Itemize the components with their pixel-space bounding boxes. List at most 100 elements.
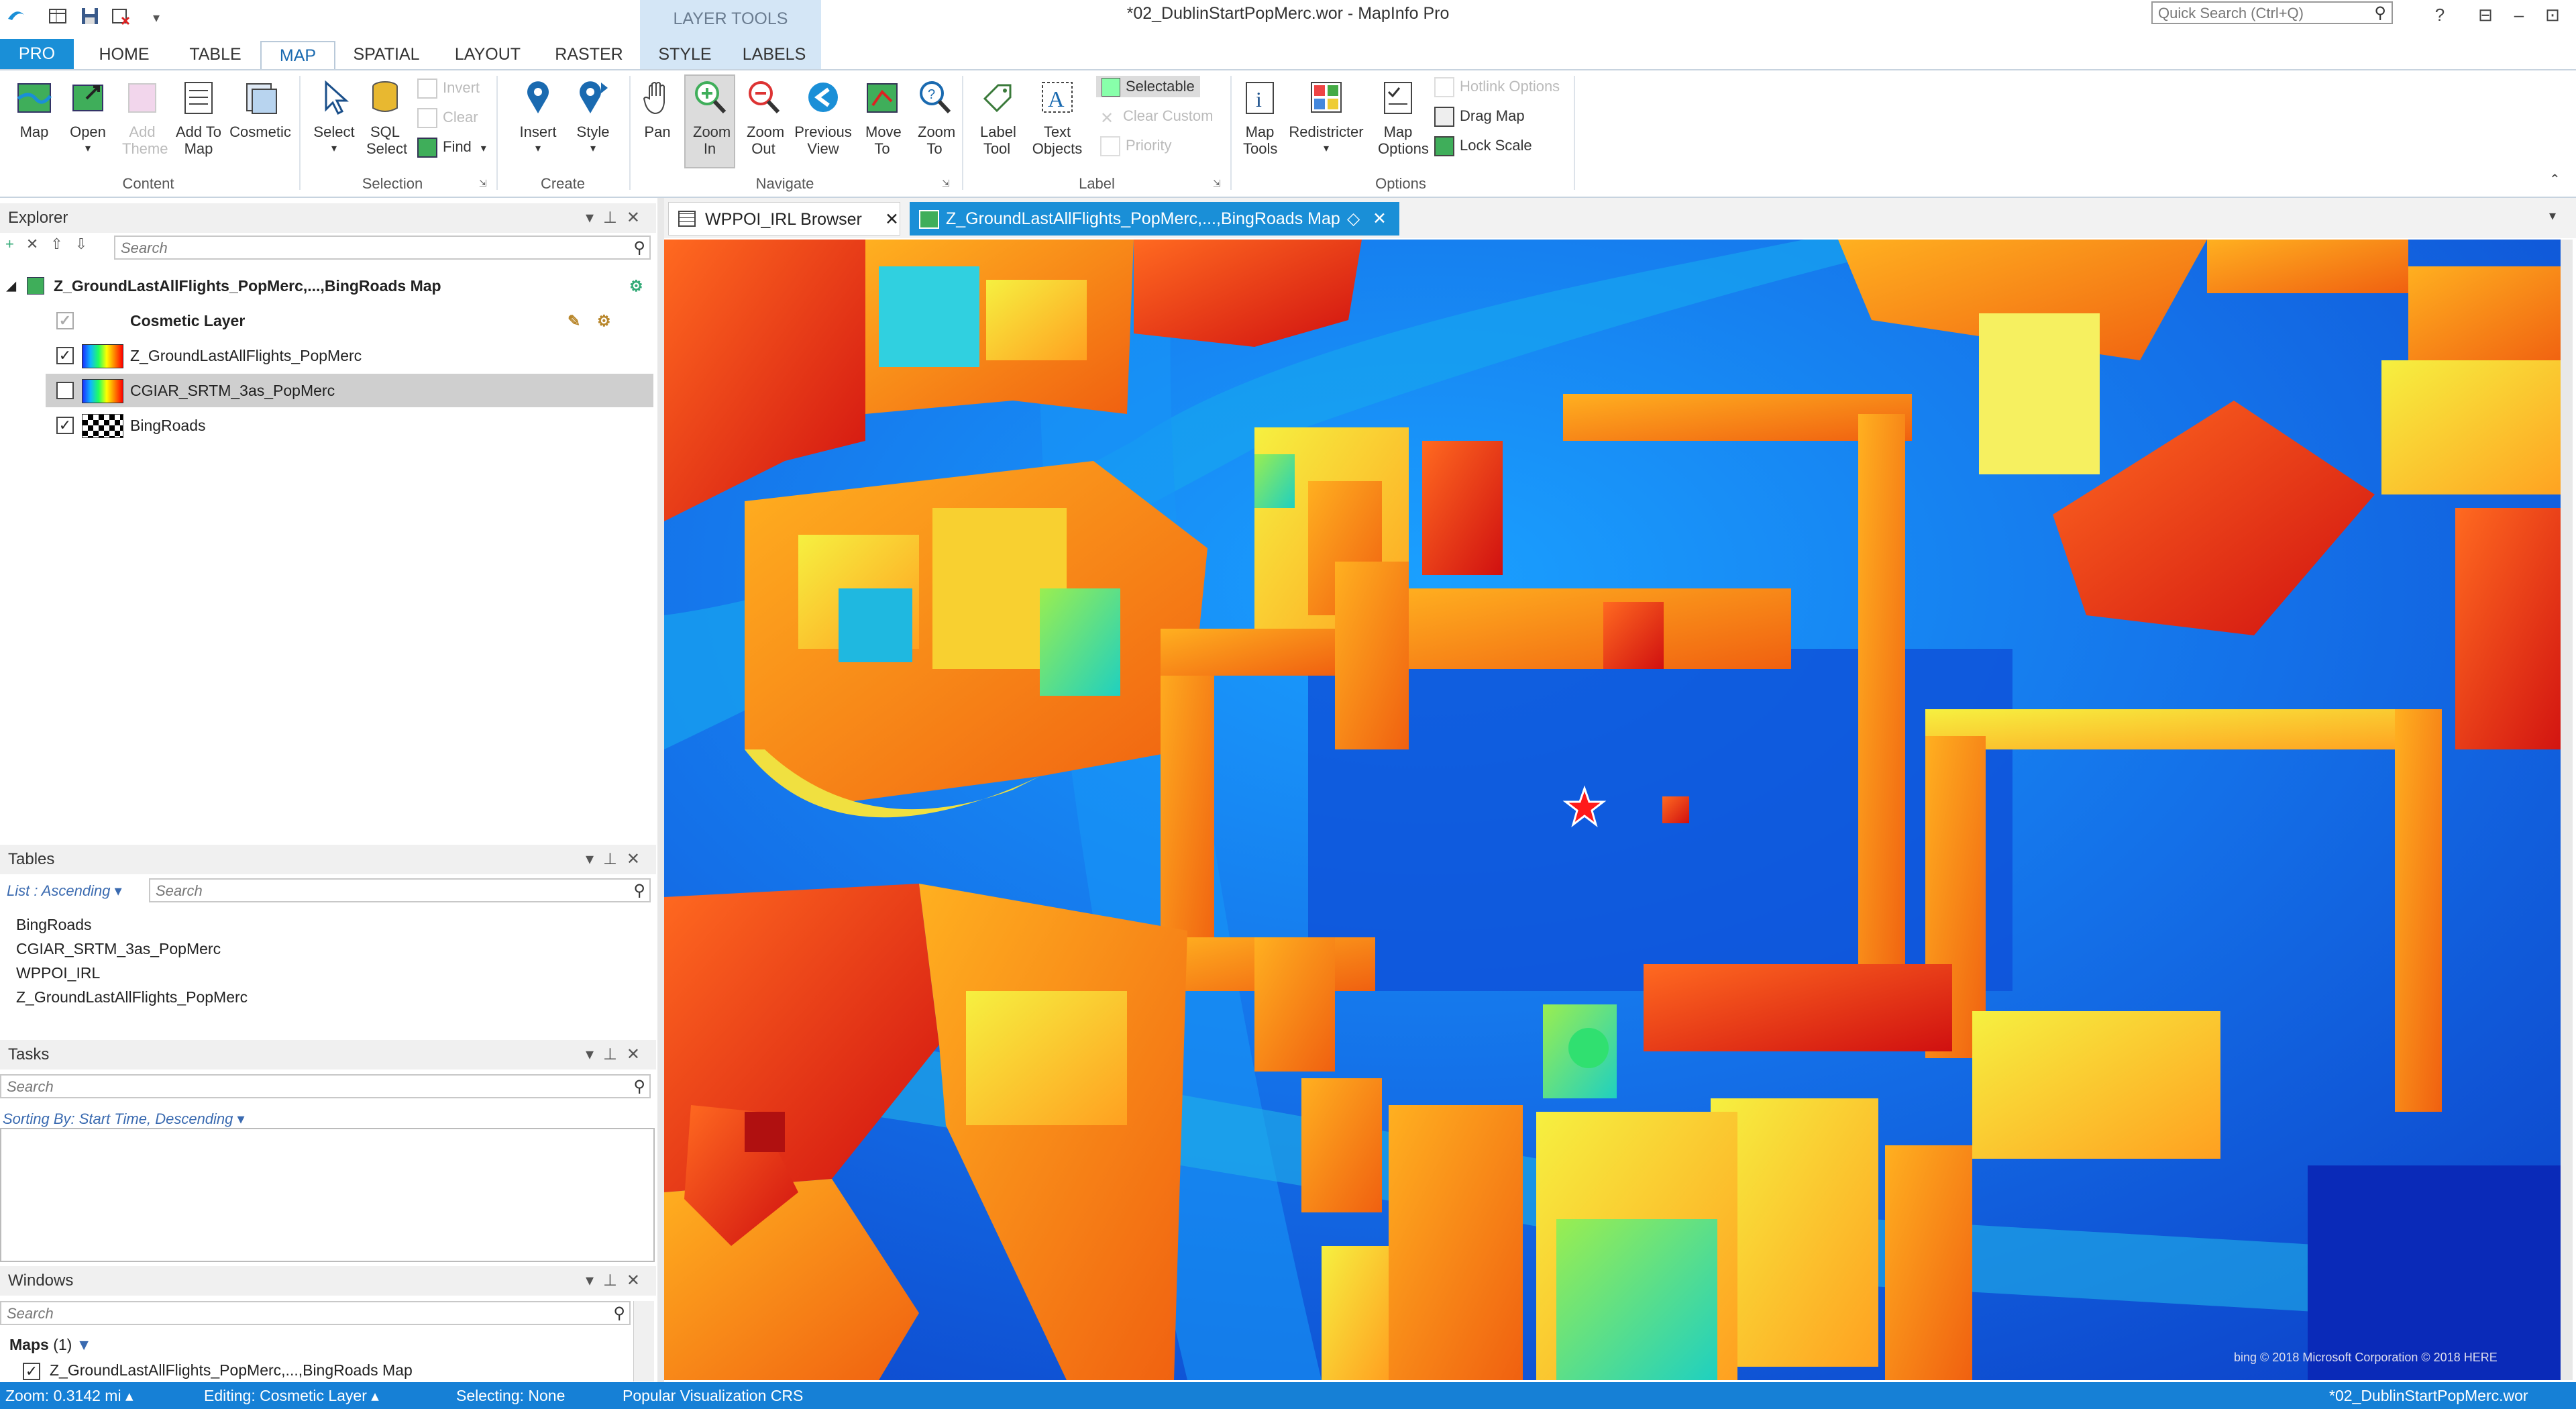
map-scrollbar[interactable] — [2561, 240, 2573, 1380]
close-tab-icon[interactable]: ✕ — [1373, 202, 1387, 236]
tables-sort-dropdown[interactable]: List : Ascending ▾ — [7, 882, 122, 900]
selection-launcher-icon[interactable]: ⇲ — [479, 178, 487, 189]
tab-pro[interactable]: PRO — [0, 39, 74, 69]
collapse-tree-icon[interactable]: ◢ — [7, 269, 16, 303]
group-separator — [299, 76, 301, 190]
collapse-ribbon-icon[interactable]: ⌃ — [2549, 171, 2561, 188]
layer-row[interactable]: ✓ BingRoads — [0, 409, 656, 442]
explorer-panel-controls[interactable]: ▾⊥✕ — [586, 203, 649, 233]
minimize-button[interactable]: – — [2502, 1, 2536, 28]
doc-tab-browser[interactable]: WPPOI_IRL Browser ✕ — [668, 202, 900, 236]
windows-maps-group[interactable]: Maps (1) ▼ — [9, 1336, 91, 1354]
select-button[interactable]: Select ▾ — [309, 79, 360, 157]
crs-status[interactable]: Popular Visualization CRS — [623, 1382, 803, 1409]
map-tools-button[interactable]: i Map Tools — [1234, 79, 1285, 157]
tab-list-dropdown-icon[interactable]: ▾ — [2549, 207, 2556, 224]
explorer-search-input[interactable]: Search ⚲ — [114, 236, 651, 260]
tasks-sort-dropdown[interactable]: Sorting By: Start Time, Descending ▾ — [3, 1110, 245, 1128]
priority-button[interactable]: Priority — [1100, 135, 1171, 157]
zoom-in-button[interactable]: Zoom In — [684, 74, 735, 168]
tab-raster[interactable]: RASTER — [549, 41, 629, 69]
insert-button[interactable]: Insert ▾ — [510, 79, 566, 157]
table-item[interactable]: BingRoads — [16, 916, 92, 934]
table-item[interactable]: WPPOI_IRL — [16, 964, 100, 982]
drag-map-toggle[interactable]: Drag Map — [1434, 105, 1525, 127]
pan-button[interactable]: Pan — [633, 79, 682, 140]
redistricter-button[interactable]: Redistricter ▾ — [1285, 79, 1367, 157]
windows-panel-controls[interactable]: ▾⊥✕ — [586, 1266, 649, 1296]
editing-status[interactable]: Editing: Cosmetic Layer ▴ — [204, 1382, 379, 1409]
lock-scale-toggle[interactable]: Lock Scale — [1434, 135, 1532, 157]
selectable-toggle[interactable]: Selectable — [1096, 76, 1200, 97]
explorer-toolbar-icons[interactable]: +✕⇧⇩ — [5, 236, 99, 253]
maximize-button[interactable]: ⊡ — [2536, 1, 2569, 28]
tasks-panel-controls[interactable]: ▾⊥✕ — [586, 1040, 649, 1069]
map-options-button[interactable]: Map Options — [1370, 79, 1429, 157]
map-canvas[interactable] — [664, 240, 2573, 1380]
tab-style[interactable]: STYLE — [648, 41, 722, 69]
text-objects-label: Text Objects — [1032, 123, 1083, 157]
restore-ribbon-button[interactable]: ⊟ — [2469, 1, 2502, 28]
window-checkbox[interactable]: ✓ — [23, 1363, 40, 1380]
map-window[interactable]: bing © 2018 Microsoft Corporation © 2018… — [664, 240, 2573, 1380]
sql-select-button[interactable]: SQL Select — [360, 79, 411, 157]
add-to-map-button[interactable]: Add To Map — [172, 79, 225, 157]
map-button[interactable]: Map — [9, 79, 59, 140]
tab-map[interactable]: MAP — [260, 41, 335, 69]
svg-text:A: A — [1048, 87, 1065, 112]
tab-spatial[interactable]: SPATIAL — [346, 41, 427, 69]
tables-search-input[interactable]: Search ⚲ — [149, 878, 651, 902]
hotlink-options-button[interactable]: Hotlink Options — [1434, 76, 1560, 98]
layer-visibility-checkbox[interactable] — [56, 382, 74, 399]
layer-row[interactable]: ✓ Cosmetic Layer ✎ ⚙ — [0, 304, 656, 337]
windows-search-input[interactable]: Search ⚲ — [0, 1301, 631, 1325]
previous-view-button[interactable]: Previous View — [792, 79, 855, 157]
layer-control-icon[interactable]: ⚙ — [629, 269, 643, 303]
add-theme-button[interactable]: Add Theme — [115, 79, 169, 157]
tab-table[interactable]: TABLE — [178, 41, 252, 69]
zoom-out-button[interactable]: Zoom Out — [738, 79, 789, 157]
style-button[interactable]: Style ▾ — [566, 79, 620, 157]
find-button[interactable]: Find ▾ — [417, 136, 486, 158]
layer-select-icon[interactable]: ⚙ — [597, 304, 611, 337]
open-button[interactable]: Open ▾ — [63, 79, 113, 157]
layer-visibility-checkbox[interactable]: ✓ — [56, 417, 74, 434]
help-button[interactable]: ? — [2423, 1, 2457, 28]
pin-tab-icon[interactable]: ◇ — [1347, 202, 1360, 236]
table-item[interactable]: CGIAR_SRTM_3as_PopMerc — [16, 940, 221, 958]
window-list-item[interactable]: ✓ Z_GroundLastAllFlights_PopMerc,...,Bin… — [20, 1361, 624, 1381]
cosmetic-button[interactable]: Cosmetic — [228, 79, 292, 140]
quick-search-input[interactable]: Quick Search (Ctrl+Q) ⚲ — [2151, 1, 2393, 24]
layer-visibility-checkbox[interactable]: ✓ — [56, 312, 74, 329]
text-objects-button[interactable]: A Text Objects — [1026, 79, 1088, 157]
layer-tools-label: LAYER TOOLS — [673, 9, 788, 28]
raster-layer-icon — [82, 344, 123, 368]
doc-tab-map[interactable]: Z_GroundLastAllFlights_PopMerc,...,BingR… — [910, 202, 1399, 236]
clear-selection-button[interactable]: Clear — [417, 107, 478, 129]
dock-splitter[interactable] — [657, 198, 664, 1382]
label-tool-button[interactable]: Label Tool — [970, 79, 1024, 157]
invert-button[interactable]: Invert — [417, 77, 480, 99]
zoom-to-button[interactable]: ? Zoom To — [910, 79, 959, 157]
explorer-map-node[interactable]: ◢ Z_GroundLastAllFlights_PopMerc,...,Bin… — [0, 269, 656, 303]
layer-row[interactable]: ✓ Z_GroundLastAllFlights_PopMerc — [0, 339, 656, 372]
layer-row-selected[interactable]: CGIAR_SRTM_3as_PopMerc — [46, 374, 653, 407]
label-launcher-icon[interactable]: ⇲ — [1213, 178, 1221, 189]
zoom-to-label: Zoom To — [918, 123, 956, 157]
close-tab-icon[interactable]: ✕ — [885, 203, 899, 236]
zoom-status[interactable]: Zoom: 0.3142 mi ▴ — [5, 1382, 133, 1409]
tables-header: Tables ▾⊥✕ — [0, 845, 656, 874]
tables-panel-controls[interactable]: ▾⊥✕ — [586, 845, 649, 874]
navigate-launcher-icon[interactable]: ⇲ — [942, 178, 950, 189]
tab-layout[interactable]: LAYOUT — [445, 41, 530, 69]
move-to-button[interactable]: Move To — [857, 79, 907, 157]
clear-custom-button[interactable]: ✕ Clear Custom — [1100, 105, 1213, 127]
table-item[interactable]: Z_GroundLastAllFlights_PopMerc — [16, 988, 248, 1006]
layer-visibility-checkbox[interactable]: ✓ — [56, 347, 74, 364]
edit-pencil-icon[interactable]: ✎ — [568, 304, 580, 337]
tab-labels[interactable]: LABELS — [734, 41, 814, 69]
tasks-search-input[interactable]: Search ⚲ — [0, 1074, 651, 1098]
windows-scrollbar[interactable] — [633, 1301, 654, 1381]
tab-home[interactable]: HOME — [87, 41, 161, 69]
tile-layer-icon — [82, 414, 123, 438]
